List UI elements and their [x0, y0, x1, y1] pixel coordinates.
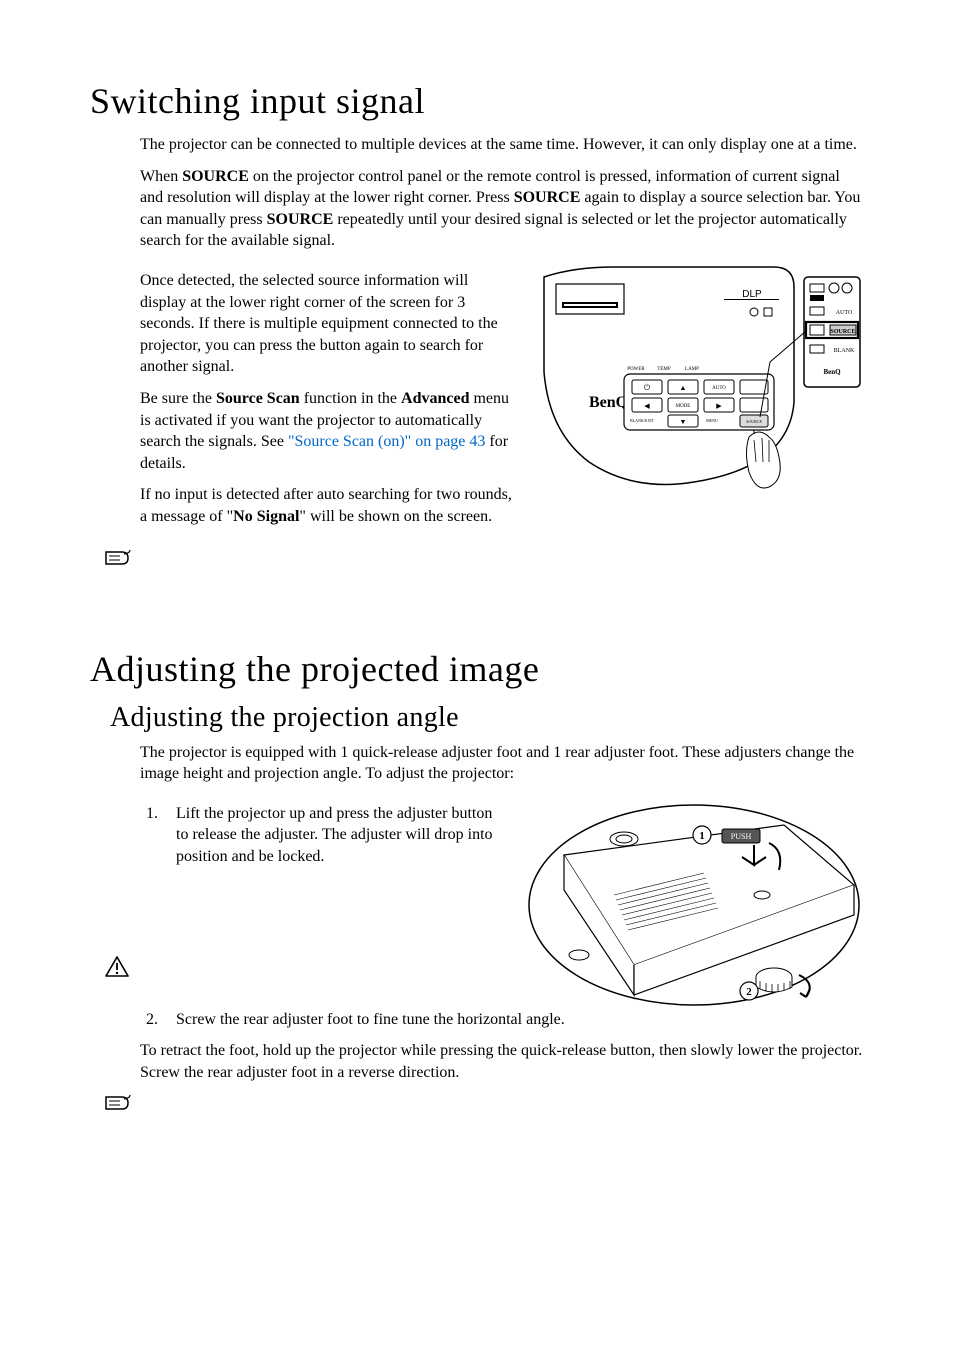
section2-figure: PUSH 1: [524, 795, 864, 1015]
power-sym: ⏻: [644, 383, 651, 392]
text: " will be shown on the screen.: [299, 508, 492, 525]
section2-body-cont: Screw the rear adjuster foot to fine tun…: [140, 1009, 864, 1084]
section2-p1: The projector is equipped with 1 quick-r…: [140, 742, 864, 785]
source-keyword: SOURCE: [514, 189, 581, 206]
callout-2: 2: [746, 986, 752, 998]
remote-brand-label: BenQ: [823, 368, 841, 376]
section1-figure: DLP BenQ POWER TEMP LAMP: [534, 262, 864, 512]
section2-subtitle: Adjusting the projection angle: [110, 702, 864, 734]
note-icon: [104, 548, 864, 568]
manual-page: Switching input signal The projector can…: [0, 0, 954, 1233]
adjuster-foot-illustration: PUSH 1: [524, 795, 864, 1015]
remote-source-label: SOURCE: [830, 329, 855, 335]
text: function in the: [300, 390, 401, 407]
section1-columns: Once detected, the selected source infor…: [140, 262, 864, 538]
panel-down: ▼: [680, 418, 687, 426]
step-1: Lift the projector up and press the adju…: [162, 803, 504, 868]
section1-p3: Once detected, the selected source infor…: [140, 270, 514, 378]
no-signal-keyword: No Signal: [233, 508, 299, 525]
section1-p1: The projector can be connected to multip…: [140, 134, 864, 156]
temp-led-label: TEMP: [657, 367, 671, 372]
panel-right: ▶: [716, 402, 722, 410]
panel-mode: MODE: [676, 404, 691, 409]
advanced-keyword: Advanced: [401, 390, 469, 407]
section2-p2: To retract the foot, hold up the project…: [140, 1040, 864, 1083]
panel-up: ▲: [680, 384, 687, 392]
panel-menu-label: MENU: [706, 418, 718, 423]
section1-p4: Be sure the Source Scan function in the …: [140, 388, 514, 474]
panel-blank-exit: BLANK/EXIT: [630, 418, 655, 423]
source-scan-link[interactable]: "Source Scan (on)" on page 43: [288, 433, 485, 450]
panel-left: ◀: [644, 402, 650, 410]
text: Be sure the: [140, 390, 216, 407]
source-keyword: SOURCE: [182, 168, 249, 185]
callout-1: 1: [699, 830, 705, 842]
section1-title: Switching input signal: [90, 80, 864, 122]
section1-p2: When SOURCE on the projector control pan…: [140, 166, 864, 252]
source-scan-keyword: Source Scan: [216, 390, 300, 407]
panel-source-label: SOURCE: [746, 419, 762, 424]
text: When: [140, 168, 182, 185]
section1-p5: If no input is detected after auto searc…: [140, 484, 514, 527]
projector-control-illustration: DLP BenQ POWER TEMP LAMP: [534, 262, 864, 512]
section2-left-column: Lift the projector up and press the adju…: [140, 795, 504, 878]
power-led-label: POWER: [627, 367, 645, 372]
push-label: PUSH: [731, 832, 752, 841]
remote-blank-label: BLANK: [834, 348, 855, 354]
source-keyword: SOURCE: [267, 211, 334, 228]
section1-left-column: Once detected, the selected source infor…: [140, 262, 514, 538]
remote-auto-label: AUTO: [836, 310, 853, 316]
section1-body: The projector can be connected to multip…: [140, 134, 864, 538]
section2-columns: Lift the projector up and press the adju…: [140, 795, 864, 1015]
section2-title: Adjusting the projected image: [90, 648, 864, 690]
panel-auto: AUTO: [712, 386, 726, 391]
brand-label: BenQ: [589, 394, 628, 411]
adjust-steps-list: Lift the projector up and press the adju…: [140, 803, 504, 868]
lamp-led-label: LAMP: [685, 367, 699, 372]
dlp-label: DLP: [742, 289, 762, 300]
note-icon-2: [104, 1093, 864, 1113]
